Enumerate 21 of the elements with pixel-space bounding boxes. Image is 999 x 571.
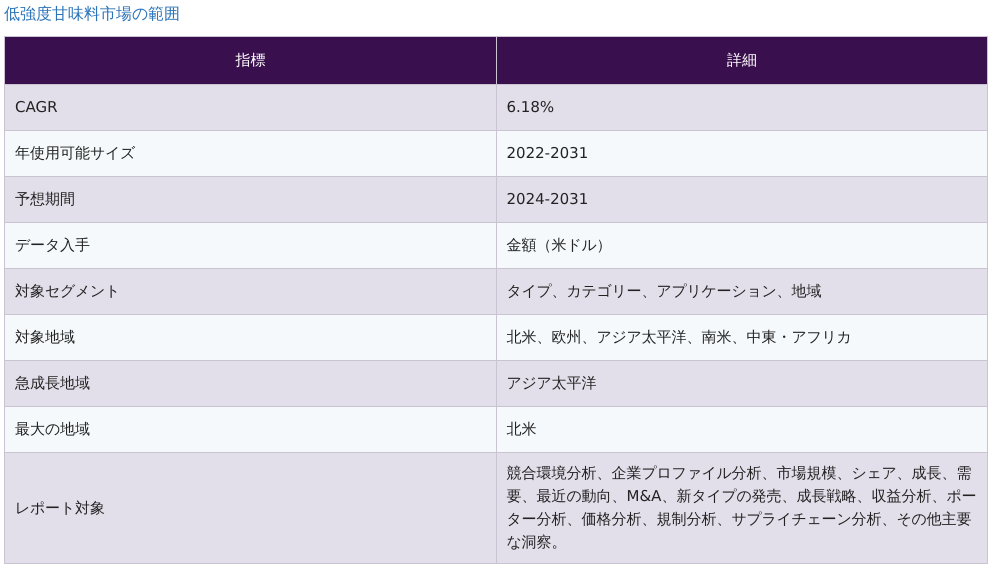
section-title: 低強度甘味料市場の範囲 [4, 3, 181, 25]
table-cell: CAGR [4, 84, 496, 130]
table-cell: 北米 [496, 406, 988, 452]
table-cell: 競合環境分析、企業プロファイル分析、市場規模、シェア、成長、需要、最近の動向、M&A、新タイプの発売、成長戦略、収益分析、ポーター分析、価格分析、規制分析、サプライチェーン分析、その他主要な洞察。 [496, 452, 988, 564]
table-cell: 2022-2031 [496, 130, 988, 176]
table-cell: 最大の地域 [4, 406, 496, 452]
table-cell: アジア太平洋 [496, 360, 988, 406]
table-cell: 金額（米ドル） [496, 222, 988, 268]
column-header: 詳細 [496, 36, 988, 84]
table-cell: タイプ、カテゴリー、アプリケーション、地域 [496, 268, 988, 314]
table-cell: 予想期間 [4, 176, 496, 222]
table-cell: 対象セグメント [4, 268, 496, 314]
table-cell: 急成長地域 [4, 360, 496, 406]
table-cell: 年使用可能サイズ [4, 130, 496, 176]
table-cell: 対象地域 [4, 314, 496, 360]
table-cell: 北米、欧州、アジア太平洋、南米、中東・アフリカ [496, 314, 988, 360]
table-cell: 6.18% [496, 84, 988, 130]
table-cell: レポート対象 [4, 452, 496, 564]
table-cell: 2024-2031 [496, 176, 988, 222]
table-cell: データ入手 [4, 222, 496, 268]
column-header: 指標 [4, 36, 496, 84]
